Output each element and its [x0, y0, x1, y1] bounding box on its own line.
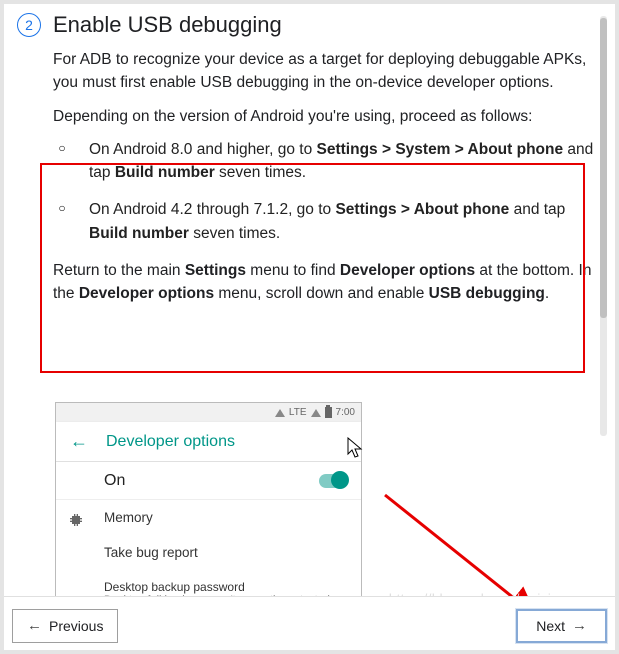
screen-title: Developer options [106, 433, 235, 451]
bullet-marker: ○ [53, 141, 71, 185]
on-label: On [104, 472, 125, 490]
intro-paragraph-2: Depending on the version of Android you'… [53, 105, 594, 128]
arrow-left-icon: ← [27, 617, 42, 634]
toggle-switch-icon[interactable] [319, 474, 347, 488]
vertical-scrollbar[interactable] [600, 16, 607, 436]
step-number-badge: 2 [17, 13, 41, 37]
back-arrow-icon[interactable]: ← [70, 431, 88, 452]
return-paragraph: Return to the main Settings menu to find… [53, 259, 594, 306]
android-phone-screenshot: LTE 7:00 ← Developer options On Memory T… [55, 402, 362, 622]
step-heading: Enable USB debugging [53, 12, 282, 38]
next-button[interactable]: Next → [516, 609, 607, 643]
wizard-footer: ← Previous Next → [0, 596, 619, 654]
app-bar: ← Developer options [56, 422, 361, 462]
chip-icon [68, 512, 84, 528]
wifi-icon [311, 409, 321, 417]
master-toggle-row[interactable]: On [56, 462, 361, 500]
arrow-right-icon: → [572, 617, 587, 634]
memory-row[interactable]: Memory [56, 500, 361, 535]
battery-icon [325, 407, 332, 418]
bug-report-row[interactable]: Take bug report [56, 535, 361, 570]
status-bar: LTE 7:00 [56, 403, 361, 422]
signal-icon [275, 409, 285, 417]
bullet-marker: ○ [53, 201, 71, 245]
list-item: ○ On Android 8.0 and higher, go to Setti… [53, 138, 594, 185]
previous-button[interactable]: ← Previous [12, 609, 118, 643]
clock: 7:00 [336, 407, 355, 418]
intro-paragraph-1: For ADB to recognize your device as a ta… [53, 48, 594, 95]
list-item: ○ On Android 4.2 through 7.1.2, go to Se… [53, 198, 594, 245]
lte-label: LTE [289, 407, 307, 418]
bullet-list: ○ On Android 8.0 and higher, go to Setti… [53, 138, 594, 245]
